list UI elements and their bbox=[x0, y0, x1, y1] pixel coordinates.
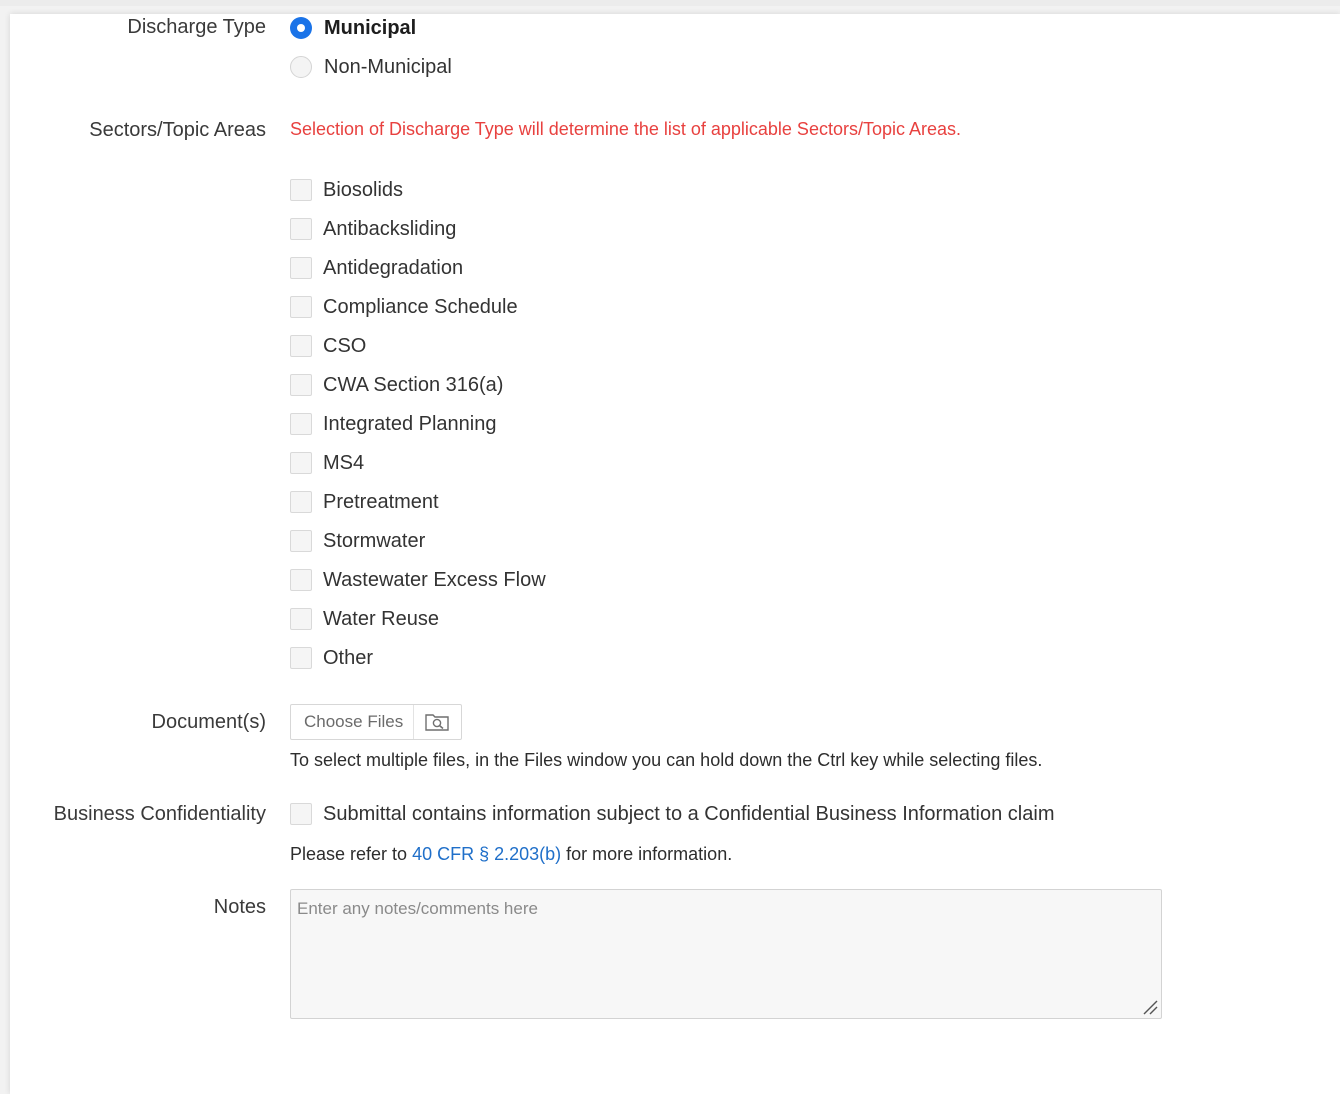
sector-checkbox[interactable] bbox=[290, 335, 312, 357]
sector-item-label[interactable]: Wastewater Excess Flow bbox=[323, 569, 546, 592]
sector-checkbox[interactable] bbox=[290, 218, 312, 240]
radio-non-municipal-label[interactable]: Non-Municipal bbox=[324, 56, 452, 79]
sector-item-label[interactable]: Integrated Planning bbox=[323, 413, 496, 436]
sector-checkbox[interactable] bbox=[290, 569, 312, 591]
sector-checkbox[interactable] bbox=[290, 491, 312, 513]
sector-item[interactable]: Antibacksliding bbox=[290, 216, 456, 242]
sector-item[interactable]: MS4 bbox=[290, 450, 364, 476]
sector-checkbox[interactable] bbox=[290, 257, 312, 279]
sector-item-label[interactable]: Antidegradation bbox=[323, 257, 463, 280]
radio-municipal-label[interactable]: Municipal bbox=[324, 17, 416, 40]
confidentiality-label: Business Confidentiality bbox=[53, 803, 266, 825]
sector-item[interactable]: Biosolids bbox=[290, 177, 403, 203]
sector-item-label[interactable]: CSO bbox=[323, 335, 366, 358]
cbi-claim-option[interactable]: Submittal contains information subject t… bbox=[290, 801, 1054, 827]
cbi-claim-label[interactable]: Submittal contains information subject t… bbox=[323, 803, 1054, 826]
cfr-link[interactable]: 40 CFR § 2.203(b) bbox=[412, 844, 561, 864]
radio-non-municipal-control[interactable] bbox=[290, 56, 312, 78]
sector-item-label[interactable]: Antibacksliding bbox=[323, 218, 456, 241]
sector-item[interactable]: Compliance Schedule bbox=[290, 294, 518, 320]
documents-label: Document(s) bbox=[151, 711, 266, 733]
sector-item[interactable]: Antidegradation bbox=[290, 255, 463, 281]
sector-item[interactable]: Stormwater bbox=[290, 528, 425, 554]
sector-checkbox[interactable] bbox=[290, 179, 312, 201]
sector-checkbox[interactable] bbox=[290, 296, 312, 318]
notes-label: Notes bbox=[213, 896, 266, 918]
top-border bbox=[0, 0, 1340, 6]
sector-item-label[interactable]: Other bbox=[323, 647, 373, 670]
radio-municipal-control[interactable] bbox=[290, 17, 312, 39]
sector-checkbox[interactable] bbox=[290, 530, 312, 552]
sector-checkbox[interactable] bbox=[290, 608, 312, 630]
folder-search-icon[interactable] bbox=[412, 705, 461, 739]
documents-help-text: To select multiple files, in the Files w… bbox=[290, 750, 1043, 770]
sector-checkbox[interactable] bbox=[290, 452, 312, 474]
sectors-hint: Selection of Discharge Type will determi… bbox=[290, 119, 962, 139]
sector-item[interactable]: CWA Section 316(a) bbox=[290, 372, 503, 398]
notes-placeholder: Enter any notes/comments here bbox=[297, 899, 538, 918]
cbi-refer-suffix: for more information. bbox=[561, 844, 733, 864]
sector-item-label[interactable]: CWA Section 316(a) bbox=[323, 374, 503, 397]
notes-textarea[interactable]: Enter any notes/comments here bbox=[290, 889, 1162, 1019]
sector-checkbox[interactable] bbox=[290, 374, 312, 396]
resize-handle-icon[interactable] bbox=[1142, 999, 1158, 1015]
sector-item[interactable]: Other bbox=[290, 645, 373, 671]
sector-item[interactable]: Integrated Planning bbox=[290, 411, 496, 437]
sector-item[interactable]: CSO bbox=[290, 333, 366, 359]
choose-files-button[interactable]: Choose Files bbox=[290, 704, 462, 740]
radio-municipal[interactable]: Municipal bbox=[290, 15, 416, 41]
cbi-refer-text: Please refer to 40 CFR § 2.203(b) for mo… bbox=[290, 844, 732, 865]
sector-item-label[interactable]: Compliance Schedule bbox=[323, 296, 518, 319]
sector-checkbox[interactable] bbox=[290, 413, 312, 435]
choose-files-label[interactable]: Choose Files bbox=[291, 712, 413, 732]
sector-item[interactable]: Wastewater Excess Flow bbox=[290, 567, 546, 593]
sector-item-label[interactable]: Pretreatment bbox=[323, 491, 439, 514]
sector-item-label[interactable]: Stormwater bbox=[323, 530, 425, 553]
sector-item-label[interactable]: Water Reuse bbox=[323, 608, 439, 631]
cbi-refer-prefix: Please refer to bbox=[290, 844, 413, 864]
sector-checkbox[interactable] bbox=[290, 647, 312, 669]
sector-item-label[interactable]: MS4 bbox=[323, 452, 364, 475]
radio-non-municipal[interactable]: Non-Municipal bbox=[290, 54, 452, 80]
discharge-type-label: Discharge Type bbox=[127, 16, 266, 38]
sector-item[interactable]: Water Reuse bbox=[290, 606, 439, 632]
cbi-claim-checkbox[interactable] bbox=[290, 803, 312, 825]
sector-item-label[interactable]: Biosolids bbox=[323, 179, 403, 202]
sectors-label: Sectors/Topic Areas bbox=[89, 119, 266, 141]
sector-item[interactable]: Pretreatment bbox=[290, 489, 439, 515]
